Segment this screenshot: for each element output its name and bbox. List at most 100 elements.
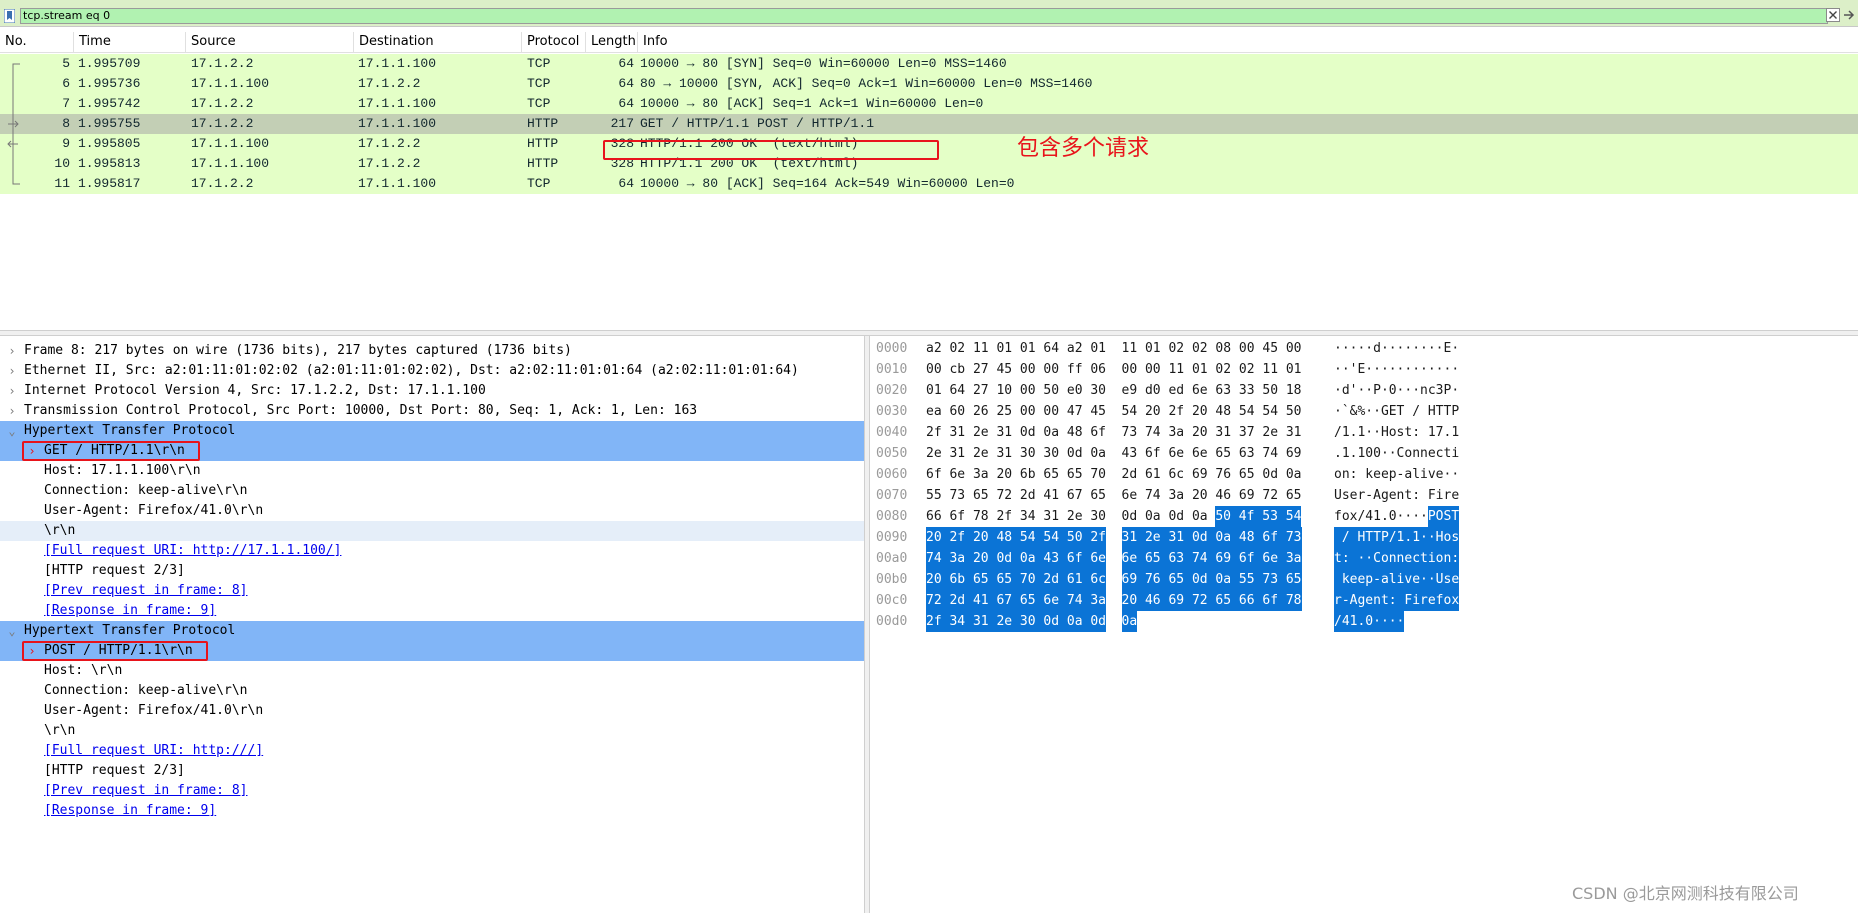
hex-bytes[interactable]: 01 64 27 10 00 50 e0 30	[926, 380, 1106, 401]
ascii-bytes-selected[interactable]: Firefox	[1396, 590, 1460, 611]
hex-bytes[interactable]: 66 6f 78 2f 34 31 2e 30	[926, 506, 1106, 527]
hex-bytes-selected[interactable]: 72 2d 41 67 65 6e 74 3a	[926, 590, 1107, 611]
hex-bytes-selected[interactable]: 2f 34 31 2e 30 0d 0a 0d	[926, 611, 1107, 632]
detail-tree-row[interactable]: ⌄ Hypertext Transfer Protocol	[0, 421, 864, 441]
hex-bytes[interactable]: 73 74 3a 20 31 37 2e 31	[1122, 422, 1302, 443]
detail-tree-row[interactable]: \r\n	[0, 721, 864, 741]
detail-tree-row[interactable]: ⌄ Hypertext Transfer Protocol	[0, 621, 864, 641]
ascii-bytes[interactable]: Connecti	[1397, 443, 1460, 464]
detail-tree-row[interactable]: [Prev request in frame: 8]	[0, 781, 864, 801]
hex-bytes[interactable]: 55 73 65 72 2d 41 67 65	[926, 485, 1106, 506]
apply-filter-arrow-icon[interactable]	[1842, 8, 1856, 22]
hex-bytes-selected[interactable]: 20 2f 20 48 54 54 50 2f	[926, 527, 1107, 548]
detail-tree-row[interactable]: User-Agent: Firefox/41.0\r\n	[0, 701, 864, 721]
packet-row[interactable]: 8 1.995755 17.1.2.2 17.1.1.100 HTTP 217 GET / …	[0, 114, 1858, 134]
detail-tree-row[interactable]: [Response in frame: 9]	[0, 601, 864, 621]
ascii-bytes[interactable]: nt: Fire	[1397, 485, 1460, 506]
detail-tree-row[interactable]: Host: \r\n	[0, 661, 864, 681]
ascii-bytes[interactable]: ·····d··	[1334, 338, 1397, 359]
chevron-right-icon[interactable]: ›	[6, 381, 18, 401]
detail-link[interactable]: [Full request URI: http://17.1.1.100/]	[44, 541, 341, 561]
detail-tree-row[interactable]: [Full request URI: http://17.1.1.100/]	[0, 541, 864, 561]
packet-row[interactable]: 11 1.995817 17.1.2.2 17.1.1.100 TCP 64 10000 →…	[0, 174, 1858, 194]
ascii-bytes[interactable]: st: 17.1	[1397, 422, 1460, 443]
ascii-bytes[interactable]: ··'E····	[1334, 359, 1397, 380]
detail-tree-row[interactable]: [Response in frame: 9]	[0, 801, 864, 821]
column-header-source[interactable]: Source	[186, 32, 354, 52]
ascii-bytes[interactable]: ·`&%··GE	[1334, 401, 1397, 422]
ascii-bytes-selected[interactable]: 1.1··Hos	[1396, 527, 1460, 548]
detail-link[interactable]: [Response in frame: 9]	[44, 601, 216, 621]
hex-bytes[interactable]: 00 cb 27 45 00 00 ff 06	[926, 359, 1106, 380]
detail-tree-row[interactable]: › Frame 8: 217 bytes on wire (1736 bits),…	[0, 341, 864, 361]
ascii-bytes-selected[interactable]: t: ··Con	[1334, 548, 1397, 569]
hex-bytes[interactable]: 0d 0a 0d 0a	[1122, 506, 1216, 527]
chevron-right-icon[interactable]: ›	[6, 361, 18, 381]
ascii-bytes[interactable]: -alive··	[1397, 464, 1460, 485]
hex-bytes-selected[interactable]: 20 46 69 72 65 66 6f 78	[1121, 590, 1302, 611]
detail-tree-row[interactable]: › Internet Protocol Version 4, Src: 17.1.…	[0, 381, 864, 401]
detail-tree-row[interactable]: [HTTP request 2/3]	[0, 561, 864, 581]
detail-tree-row[interactable]: Connection: keep-alive\r\n	[0, 481, 864, 501]
chevron-down-icon[interactable]: ⌄	[6, 421, 18, 441]
hex-bytes[interactable]: 6e 74 3a 20 46 69 72 65	[1122, 485, 1302, 506]
hex-bytes-selected[interactable]: 74 3a 20 0d 0a 43 6f 6e	[926, 548, 1107, 569]
ascii-bytes-selected[interactable]: / HTTP/	[1334, 527, 1397, 548]
column-header-time[interactable]: Time	[74, 32, 186, 52]
ascii-bytes-selected[interactable]: ive··Use	[1396, 569, 1460, 590]
column-header-destination[interactable]: Destination	[354, 32, 522, 52]
chevron-right-icon[interactable]: ›	[6, 401, 18, 421]
column-header-protocol[interactable]: Protocol	[522, 32, 586, 52]
ascii-bytes[interactable]: ····	[1397, 506, 1428, 527]
display-filter-input[interactable]: tcp.stream eq 0	[20, 8, 1828, 24]
column-header-no[interactable]: No.	[0, 32, 74, 52]
ascii-bytes[interactable]: ······E·	[1397, 338, 1460, 359]
ascii-bytes-selected[interactable]: /41.0···	[1334, 611, 1397, 632]
ascii-bytes[interactable]: T / HTTP	[1397, 401, 1460, 422]
ascii-bytes[interactable]: .1.100··	[1334, 443, 1397, 464]
hex-bytes[interactable]: 54 20 2f 20 48 54 54 50	[1122, 401, 1302, 422]
packet-row[interactable]: 5 1.995709 17.1.2.2 17.1.1.100 TCP 64 10000 → …	[0, 54, 1858, 74]
ascii-bytes[interactable]: fox/41.0	[1334, 506, 1397, 527]
ascii-bytes-selected[interactable]: nection:	[1396, 548, 1460, 569]
hex-bytes[interactable]: 11 01 02 02 08 00 45 00	[1122, 338, 1302, 359]
detail-link[interactable]: [Prev request in frame: 8]	[44, 781, 248, 801]
chevron-right-icon[interactable]: ›	[6, 341, 18, 361]
column-header-length[interactable]: Length	[586, 32, 638, 52]
ascii-bytes[interactable]: ···nc3P·	[1397, 380, 1460, 401]
hex-bytes-selected[interactable]: 0a	[1121, 611, 1138, 632]
hex-bytes[interactable]: 2f 31 2e 31 0d 0a 48 6f	[926, 422, 1106, 443]
hex-bytes-selected[interactable]: 31 2e 31 0d 0a 48 6f 73	[1121, 527, 1302, 548]
bookmark-icon[interactable]	[4, 9, 15, 23]
detail-tree-row[interactable]: Host: 17.1.1.100\r\n	[0, 461, 864, 481]
hex-bytes[interactable]: 6f 6e 3a 20 6b 65 65 70	[926, 464, 1106, 485]
hex-bytes-selected[interactable]: 6e 65 63 74 69 6f 6e 3a	[1121, 548, 1302, 569]
detail-tree-row[interactable]: User-Agent: Firefox/41.0\r\n	[0, 501, 864, 521]
hex-bytes[interactable]: 00 00 11 01 02 02 11 01	[1122, 359, 1302, 380]
hex-bytes[interactable]: a2 02 11 01 01 64 a2 01	[926, 338, 1106, 359]
packet-row[interactable]: 7 1.995742 17.1.2.2 17.1.1.100 TCP 64 10000 → …	[0, 94, 1858, 114]
ascii-bytes-selected[interactable]: POST	[1427, 506, 1460, 527]
hex-bytes-selected[interactable]: 50 4f 53 54	[1215, 506, 1302, 527]
column-header-info[interactable]: Info	[638, 32, 1858, 52]
detail-tree-row[interactable]: › Transmission Control Protocol, Src Port…	[0, 401, 864, 421]
ascii-bytes[interactable]: ·d'··P·0	[1334, 380, 1397, 401]
ascii-bytes-selected[interactable]: ·	[1396, 611, 1405, 632]
detail-tree-row[interactable]: Connection: keep-alive\r\n	[0, 681, 864, 701]
ascii-bytes[interactable]: /1.1··Ho	[1334, 422, 1397, 443]
packet-row[interactable]: 6 1.995736 17.1.1.100 17.1.2.2 TCP 64 80 → 100…	[0, 74, 1858, 94]
hex-bytes[interactable]: 2e 31 2e 31 30 30 0d 0a	[926, 443, 1106, 464]
detail-link[interactable]: [Prev request in frame: 8]	[44, 581, 248, 601]
detail-tree-row[interactable]: › Ethernet II, Src: a2:01:11:01:02:02 (a2…	[0, 361, 864, 381]
detail-link[interactable]: [Response in frame: 9]	[44, 801, 216, 821]
detail-link[interactable]: [Full request URI: http:///]	[44, 741, 263, 761]
ascii-bytes-selected[interactable]: r-Agent:	[1334, 590, 1397, 611]
hex-bytes[interactable]: 43 6f 6e 6e 65 63 74 69	[1122, 443, 1302, 464]
detail-tree-row[interactable]: [Prev request in frame: 8]	[0, 581, 864, 601]
ascii-bytes[interactable]: User-Age	[1334, 485, 1397, 506]
detail-tree-row[interactable]: [HTTP request 2/3]	[0, 761, 864, 781]
hex-bytes-selected[interactable]: 20 6b 65 65 70 2d 61 6c	[926, 569, 1107, 590]
hex-bytes[interactable]: 2d 61 6c 69 76 65 0d 0a	[1122, 464, 1302, 485]
hex-bytes[interactable]: e9 d0 ed 6e 63 33 50 18	[1122, 380, 1302, 401]
clear-filter-icon[interactable]	[1826, 8, 1840, 22]
